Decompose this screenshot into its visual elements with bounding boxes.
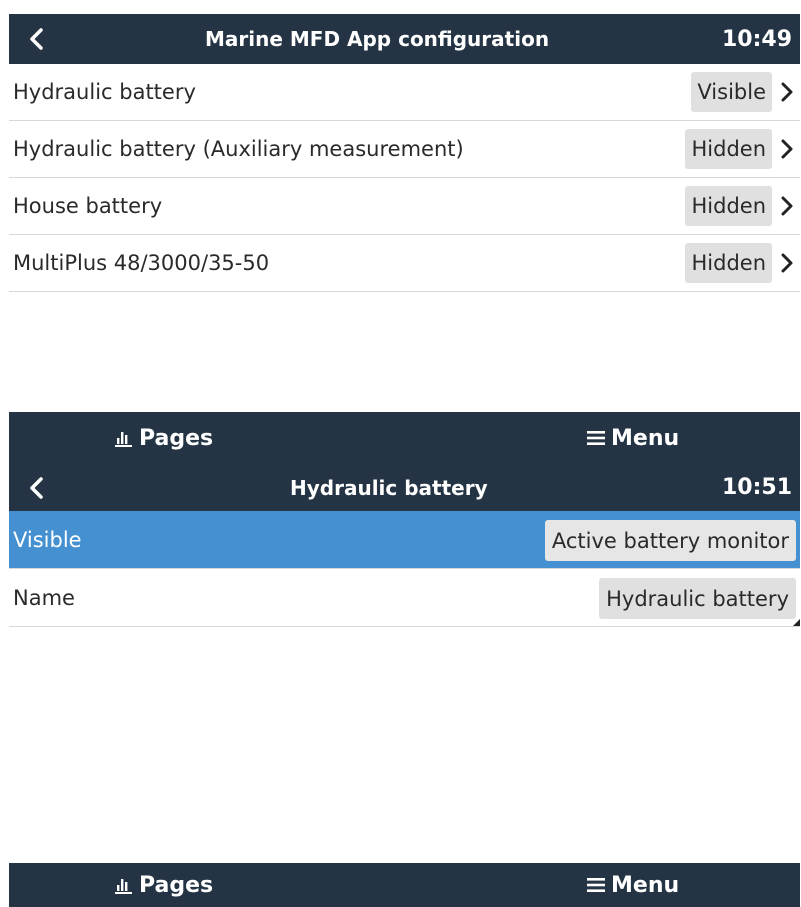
visibility-value: Hidden: [685, 243, 772, 283]
row-label: Hydraulic battery (Auxiliary measurement…: [13, 137, 464, 161]
pages-button[interactable]: Pages: [115, 412, 213, 464]
row-label: Hydraulic battery: [13, 80, 196, 104]
title-bar: Marine MFD App configuration 10:49: [9, 14, 800, 64]
pages-button[interactable]: Pages: [115, 863, 213, 907]
visibility-value: Hidden: [685, 186, 772, 226]
page-title: Marine MFD App configuration: [205, 27, 550, 51]
bar-chart-icon: [115, 429, 139, 447]
list-item[interactable]: Hydraulic battery (Auxiliary measurement…: [9, 121, 800, 178]
mfd-config-screen: Marine MFD App configuration 10:49 Hydra…: [9, 14, 800, 464]
menu-button[interactable]: Menu: [587, 863, 679, 907]
bottom-nav-bar: Pages Menu: [9, 863, 800, 907]
row-label: Visible: [13, 527, 82, 552]
visibility-value: Hidden: [685, 129, 772, 169]
chevron-right-icon[interactable]: [780, 178, 794, 234]
row-label: House battery: [13, 194, 163, 218]
row-label: Name: [13, 585, 75, 610]
list-item-visible[interactable]: Visible Active battery monitor: [9, 511, 800, 569]
chevron-right-icon[interactable]: [780, 64, 794, 120]
device-list: Hydraulic battery Visible Hydraulic batt…: [9, 64, 800, 292]
list-item[interactable]: MultiPlus 48/3000/35-50 Hidden: [9, 235, 800, 292]
settings-list: Visible Active battery monitor Name Hydr…: [9, 511, 800, 627]
pages-label: Pages: [139, 872, 214, 898]
page-title: Hydraulic battery: [290, 475, 488, 500]
menu-label: Menu: [611, 425, 680, 451]
clock: 10:49: [721, 26, 792, 52]
hamburger-menu-icon: [587, 430, 611, 446]
title-bar: Hydraulic battery 10:51: [9, 464, 800, 511]
bottom-nav-bar: Pages Menu: [9, 412, 800, 464]
hydraulic-battery-screen: Hydraulic battery 10:51 Visible Active b…: [9, 464, 800, 907]
clock: 10:51: [721, 475, 792, 500]
hamburger-menu-icon: [587, 877, 611, 893]
bar-chart-icon: [115, 876, 139, 894]
list-item-name[interactable]: Name Hydraulic battery: [9, 569, 800, 627]
list-item[interactable]: House battery Hidden: [9, 178, 800, 235]
row-label: MultiPlus 48/3000/35-50: [13, 251, 270, 275]
chevron-right-icon[interactable]: [780, 121, 794, 177]
menu-button[interactable]: Menu: [587, 412, 679, 464]
pages-label: Pages: [139, 425, 214, 451]
visible-value-dropdown[interactable]: Active battery monitor: [544, 520, 796, 561]
visibility-value: Visible: [691, 72, 772, 112]
chevron-right-icon[interactable]: [780, 235, 794, 291]
edit-corner-icon: [793, 619, 800, 626]
list-item[interactable]: Hydraulic battery Visible: [9, 64, 800, 121]
menu-label: Menu: [611, 872, 680, 898]
name-edit-field[interactable]: Hydraulic battery: [599, 578, 796, 619]
